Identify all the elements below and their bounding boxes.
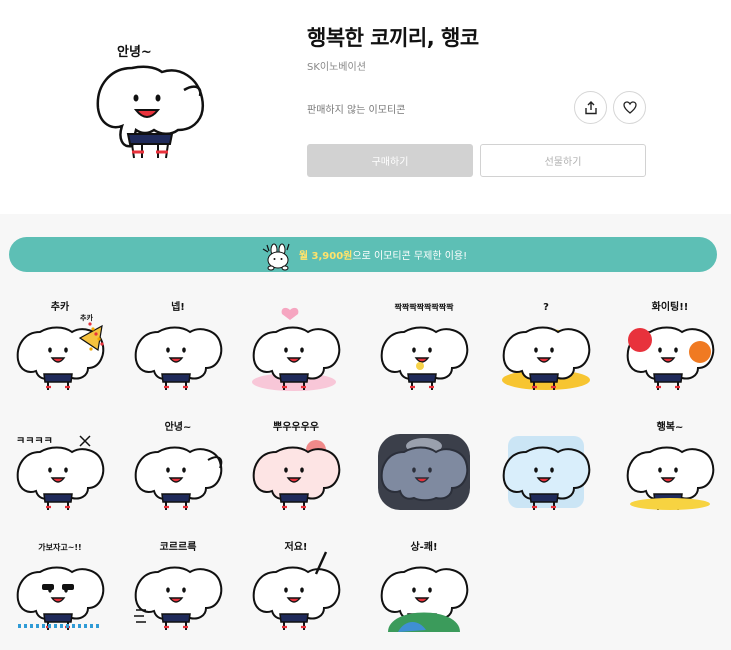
sticker-11[interactable]	[496, 414, 596, 514]
sticker-1[interactable]: 추카 추카	[10, 294, 110, 394]
sticker-caption: 뿌우우우우	[273, 421, 319, 433]
sticker-6[interactable]: 화이팅!!	[620, 294, 720, 394]
sticker-caption: 넵!	[171, 300, 185, 313]
sticker-caption: ?	[543, 302, 549, 313]
sticker-section: 월 3,900원으로 이모티콘 무제한 이용! 추카 추카 넵! 짝짝짝짝짝짝짝짝? 화…	[0, 214, 731, 650]
hero-elephant-image: 안녕~	[96, 44, 205, 159]
sticker-15[interactable]: 저요!	[246, 534, 346, 634]
sticker-caption: 추카	[51, 300, 70, 313]
sticker-image: 가보자고~!!	[16, 542, 105, 630]
sticker-16[interactable]: 상-쾌!	[374, 534, 474, 634]
sticker-image: 뿌우우우우	[252, 421, 341, 510]
sticker-image: ?	[502, 302, 591, 390]
sticker-image: ㅋㅋㅋㅋ	[16, 435, 105, 510]
sticker-caption: 코르르륵	[160, 541, 197, 553]
sticker-caption: 화이팅!!	[652, 300, 689, 313]
like-button[interactable]	[613, 91, 646, 124]
heart-icon	[622, 101, 637, 114]
svg-text:안녕~: 안녕~	[117, 44, 152, 60]
buy-button[interactable]: 구매하기	[307, 144, 473, 177]
product-title: 행복한 코끼리, 행코	[307, 26, 479, 50]
sale-status-text: 판매하지 않는 이모티콘	[307, 105, 406, 116]
sticker-image	[378, 434, 470, 510]
sticker-image: 상-쾌!	[380, 540, 469, 632]
sticker-image: 넵!	[134, 300, 223, 390]
sticker-caption: 상-쾌!	[410, 540, 437, 553]
sticker-image: 저요!	[252, 540, 341, 630]
sticker-image: 화이팅!!	[626, 300, 715, 390]
sticker-image: 짝짝짝짝짝짝짝짝	[380, 302, 469, 390]
sticker-image: 행복~	[626, 420, 715, 510]
banner-suffix: 으로 이모티콘 무제한 이용!	[352, 251, 468, 262]
sticker-4[interactable]: 짝짝짝짝짝짝짝짝	[374, 294, 474, 394]
product-header: 안녕~ 행복한 코끼리, 행코 SK이노베이션 판매하지 않는 이모티콘 구매하…	[0, 0, 731, 214]
share-icon	[584, 100, 597, 114]
banner-price: 월 3,900원	[298, 251, 353, 262]
sticker-caption: 안녕~	[165, 420, 192, 433]
share-button[interactable]	[574, 91, 607, 124]
sticker-image	[252, 307, 341, 391]
sticker-12[interactable]: 행복~	[620, 414, 720, 514]
sticker-caption: 짝짝짝짝짝짝짝짝	[395, 302, 455, 312]
sticker-3[interactable]	[246, 294, 346, 394]
sticker-caption: 가보자고~!!	[38, 542, 81, 552]
sticker-5[interactable]: ?	[496, 294, 596, 394]
sticker-caption: ㅋㅋㅋㅋ	[16, 436, 53, 447]
sticker-8[interactable]: 안녕~	[128, 414, 228, 514]
sticker-2[interactable]: 넵!	[128, 294, 228, 394]
subscription-banner[interactable]: 월 3,900원으로 이모티콘 무제한 이용!	[9, 237, 717, 272]
sticker-9[interactable]: 뿌우우우우	[246, 414, 346, 514]
sticker-image: 안녕~	[134, 420, 223, 510]
publisher-name[interactable]: SK이노베이션	[307, 58, 366, 73]
sticker-image: 추카추카	[16, 300, 105, 390]
gift-button[interactable]: 선물하기	[480, 144, 646, 177]
sticker-caption: 저요!	[285, 540, 308, 553]
sticker-caption: 행복~	[657, 420, 684, 433]
sticker-13[interactable]: 가보자고~!!	[10, 534, 110, 634]
sticker-image	[502, 436, 591, 510]
banner-text: 월 3,900원으로 이모티콘 무제한 이용!	[299, 247, 467, 262]
sticker-14[interactable]: 코르르륵	[128, 534, 228, 634]
bunny-mascot-icon	[262, 243, 290, 270]
sticker-image: 코르르륵	[134, 541, 223, 630]
sticker-7[interactable]: ㅋㅋㅋㅋ	[10, 414, 110, 514]
sticker-caption-secondary: 추카	[80, 313, 93, 322]
sticker-10[interactable]	[374, 414, 474, 514]
